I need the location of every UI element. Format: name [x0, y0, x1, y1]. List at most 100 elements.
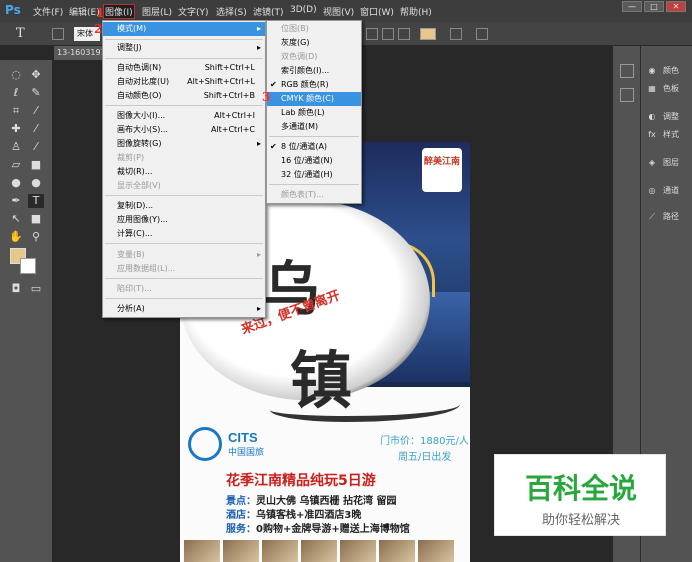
separator	[105, 195, 263, 196]
gradient-tool-icon[interactable]: ■	[28, 158, 44, 172]
panel-layers[interactable]: ◈ 图层	[641, 154, 692, 172]
crop-tool-icon[interactable]: ⌗	[8, 104, 24, 118]
blur-tool-icon[interactable]: ●	[8, 176, 24, 190]
pen-tool-icon[interactable]: ✒	[8, 194, 24, 208]
minimize-button[interactable]: —	[622, 1, 642, 12]
photo-thumb	[223, 540, 259, 562]
menu-item-calculations[interactable]: 计算(C)...	[103, 227, 265, 241]
watermark-title: 百科全说	[524, 472, 637, 505]
panel-paths[interactable]: ⟋ 路径	[641, 208, 692, 226]
menu-view[interactable]: 视图(V)	[323, 5, 354, 18]
rectangle-tool-icon[interactable]: ■	[28, 212, 44, 226]
menu-help[interactable]: 帮助(H)	[400, 5, 432, 18]
background-color[interactable]	[20, 258, 36, 274]
info-row: 酒店：乌镇客栈+准四酒店3晚	[226, 510, 362, 521]
annotation-step-3: 3	[262, 90, 271, 104]
character-panel-icon[interactable]	[476, 28, 488, 40]
menu-layer[interactable]: 图层(L)	[142, 5, 172, 18]
menu-item-analysis[interactable]: 分析(A) ▸	[103, 302, 265, 316]
menu-item-trim[interactable]: 裁切(R)...	[103, 165, 265, 179]
poster-price: 门市价：1880元/人	[380, 436, 469, 447]
menu-type[interactable]: 文字(Y)	[178, 5, 209, 18]
mode-cmyk[interactable]: CMYK 颜色(C)	[267, 92, 361, 106]
path-select-icon[interactable]: ↖	[8, 212, 24, 226]
eraser-tool-icon[interactable]: ▱	[8, 158, 24, 172]
separator	[105, 58, 263, 59]
align-right-icon[interactable]	[398, 28, 410, 40]
separator	[269, 184, 359, 185]
type-tool-icon[interactable]: T	[28, 194, 44, 208]
menu-item-canvas-size[interactable]: 画布大小(S)... Alt+Ctrl+C	[103, 123, 265, 137]
mode-multichannel[interactable]: 多通道(M)	[267, 120, 361, 134]
menu-image[interactable]: 图像(I)	[103, 4, 135, 19]
menu-item-auto-color[interactable]: 自动颜色(O) Shift+Ctrl+B	[103, 89, 265, 103]
paths-icon: ⟋	[649, 212, 655, 221]
menu-3d[interactable]: 3D(D)	[290, 5, 317, 15]
type-tool-icon[interactable]: T	[16, 26, 25, 41]
mode-8bit[interactable]: ✔ 8 位/通道(A)	[267, 140, 361, 154]
menu-file[interactable]: 文件(F)	[33, 5, 63, 18]
clone-stamp-icon[interactable]: ♙	[8, 140, 24, 154]
eyedropper-icon[interactable]: ⁄	[28, 104, 44, 118]
info-row: 景点：灵山大佛 乌镇西栅 拈花湾 留园	[226, 496, 397, 507]
mode-16bit[interactable]: 16 位/通道(N)	[267, 154, 361, 168]
swatches-icon: ▦	[648, 84, 656, 93]
menu-item-duplicate[interactable]: 复制(D)...	[103, 199, 265, 213]
warp-text-icon[interactable]	[450, 28, 462, 40]
menu-item-apply-image[interactable]: 应用图像(Y)...	[103, 213, 265, 227]
brush-tool-icon[interactable]: ⁄	[28, 122, 44, 136]
marquee-tool-icon[interactable]: ◌	[8, 68, 24, 82]
mode-indexed[interactable]: 索引颜色(I)...	[267, 64, 361, 78]
menu-item-auto-contrast[interactable]: 自动对比度(U) Alt+Shift+Ctrl+L	[103, 75, 265, 89]
separator	[105, 278, 263, 279]
watermark: 百科全说 助你轻松解决	[494, 454, 666, 536]
maximize-button[interactable]: □	[644, 1, 664, 12]
menu-item-auto-tone[interactable]: 自动色调(N) Shift+Ctrl+L	[103, 61, 265, 75]
align-left-icon[interactable]	[366, 28, 378, 40]
photo-thumb	[184, 540, 220, 562]
channels-icon: ◎	[648, 186, 656, 195]
dodge-tool-icon[interactable]: ●	[28, 176, 44, 190]
panel-adjustments[interactable]: ◐ 调整	[641, 108, 692, 126]
menu-item-image-size[interactable]: 图像大小(I)... Alt+Ctrl+I	[103, 109, 265, 123]
menu-filter[interactable]: 滤镜(T)	[253, 5, 284, 18]
quick-mask-icon[interactable]: ◘	[8, 282, 24, 296]
panel-styles[interactable]: fx 样式	[641, 126, 692, 144]
brush-stroke	[270, 392, 460, 422]
history-brush-icon[interactable]: ⁄	[28, 140, 44, 154]
lasso-tool-icon[interactable]: ℓ	[8, 86, 24, 100]
panel-channels[interactable]: ◎ 通道	[641, 182, 692, 200]
checkmark-icon: ✔	[270, 142, 277, 151]
menu-window[interactable]: 窗口(W)	[360, 5, 394, 18]
adjustments-icon: ◐	[648, 112, 656, 121]
text-color-swatch[interactable]	[420, 28, 436, 40]
mode-lab[interactable]: Lab 颜色(L)	[267, 106, 361, 120]
styles-icon: fx	[648, 130, 656, 139]
zoom-tool-icon[interactable]: ⚲	[28, 230, 44, 244]
mode-rgb[interactable]: ✔ RGB 颜色(R)	[267, 78, 361, 92]
separator	[105, 39, 263, 40]
color-icon: ◉	[648, 66, 656, 75]
menu-select[interactable]: 选择(S)	[216, 5, 247, 18]
mode-32bit[interactable]: 32 位/通道(H)	[267, 168, 361, 182]
cits-logo-text: CITS	[228, 430, 258, 445]
screen-mode-icon[interactable]: ▭	[28, 282, 44, 296]
mode-color-table: 颜色表(T)...	[281, 190, 324, 199]
menu-item-mode[interactable]: 模式(M) ▸	[103, 22, 265, 36]
healing-brush-icon[interactable]: ✚	[8, 122, 24, 136]
properties-panel-icon[interactable]	[620, 88, 634, 102]
menu-item-image-rotation[interactable]: 图像旋转(G) ▸	[103, 137, 265, 151]
menu-item-adjust[interactable]: 调整(J) ▸	[103, 41, 265, 55]
mode-grayscale[interactable]: 灰度(G)	[267, 36, 361, 50]
panel-color[interactable]: ◉ 颜色	[641, 62, 692, 80]
quick-select-icon[interactable]: ✎	[28, 86, 44, 100]
align-center-icon[interactable]	[382, 28, 394, 40]
close-button[interactable]: ✕	[666, 1, 686, 12]
menu-item-crop: 裁剪(P)	[117, 153, 145, 162]
image-menu: 模式(M) ▸ 调整(J) ▸ 自动色调(N) Shift+Ctrl+L 自动对比度(…	[102, 20, 266, 318]
history-panel-icon[interactable]	[620, 64, 634, 78]
hand-tool-icon[interactable]: ✋	[8, 230, 24, 244]
orientation-icon[interactable]	[52, 28, 64, 40]
move-tool-icon[interactable]: ✥	[28, 68, 44, 82]
panel-swatches[interactable]: ▦ 色板	[641, 80, 692, 98]
